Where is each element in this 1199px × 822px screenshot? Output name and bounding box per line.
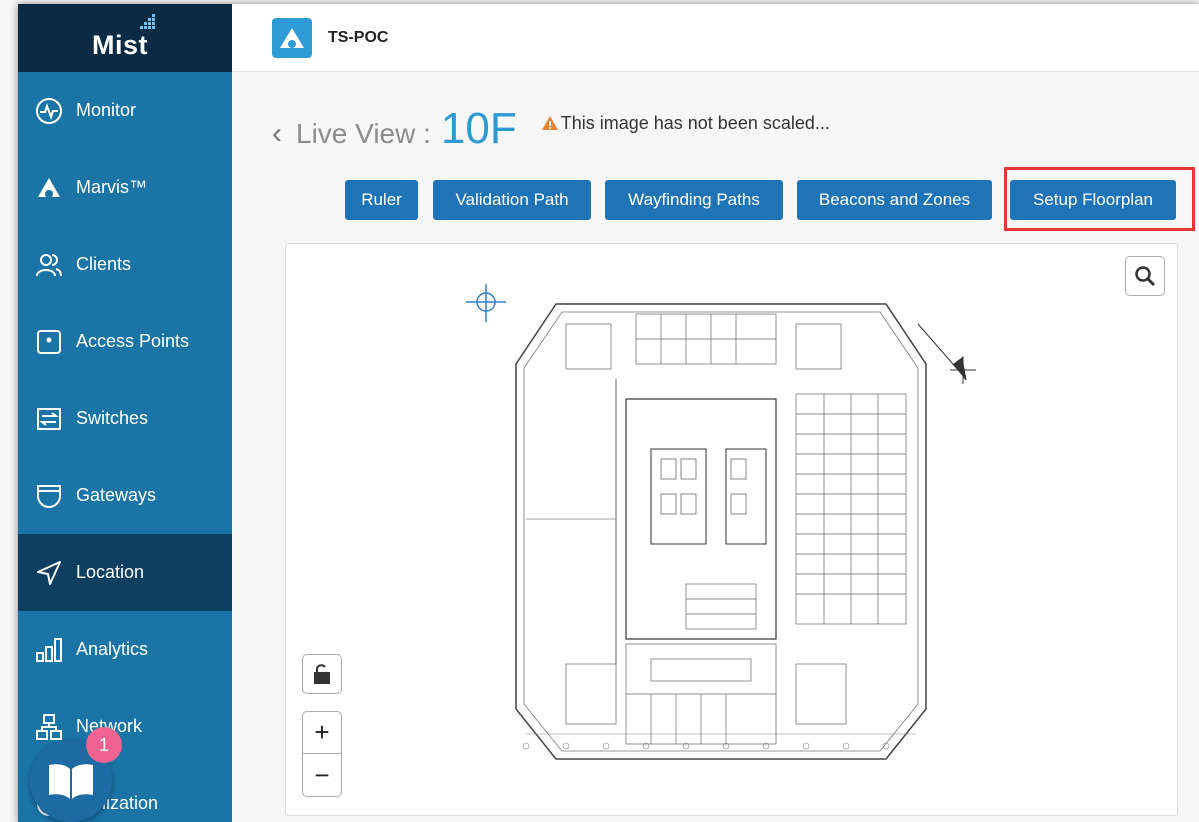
site-header: TS-POC [232,4,1199,72]
sidebar-item-label: Clients [76,254,132,274]
sidebar-item-label: Marvis™ [76,177,147,197]
validation-path-button[interactable]: Validation Path [433,180,591,220]
map-search-button[interactable] [1125,256,1165,296]
sidebar: Mist Monitor Marvis™ Clients Access Poin [18,4,232,822]
gateway-icon [34,481,64,511]
sidebar-item-monitor[interactable]: Monitor [18,72,232,149]
monitor-icon [34,96,64,126]
floor-name: 10F [440,104,517,153]
sidebar-item-analytics[interactable]: Analytics [18,611,232,688]
sidebar-item-location[interactable]: Location [18,534,232,611]
clients-icon [34,250,64,280]
access-point-icon [34,327,64,357]
setup-floorplan-highlight [1004,167,1195,231]
map-lock-button[interactable] [302,654,342,694]
sidebar-item-label: Analytics [76,639,149,659]
sidebar-item-label: Location [76,562,145,582]
ruler-button[interactable]: Ruler [345,180,418,220]
location-arrow-icon [34,558,64,588]
switch-icon [34,404,64,434]
sidebar-item-access-points[interactable]: Access Points [18,303,232,380]
unlock-icon [314,664,330,684]
sidebar-item-clients[interactable]: Clients [18,226,232,303]
origin-crosshair-icon [466,284,506,322]
marvis-icon [34,173,64,203]
sidebar-item-label: Access Points [76,331,190,351]
sidebar-item-label: Monitor [76,100,137,120]
mist-logo[interactable]: Mist [18,4,232,72]
network-icon [34,712,64,742]
sidebar-item-gateways[interactable]: Gateways [18,457,232,534]
book-icon [49,764,93,799]
back-chevron-icon[interactable]: ‹ [272,117,282,151]
floorplan-map[interactable]: + − [285,243,1178,816]
warning-icon [541,116,558,130]
sidebar-item-label: Switches [76,408,149,428]
search-icon [1135,266,1156,287]
site-marvis-icon[interactable] [272,17,312,58]
beacons-and-zones-button[interactable]: Beacons and Zones [797,180,992,220]
sidebar-item-switches[interactable]: Switches [18,380,232,457]
wayfinding-paths-button[interactable]: Wayfinding Paths [605,180,783,220]
app-window: Mist Monitor Marvis™ Clients Access Poin [18,4,1199,822]
analytics-icon [34,635,64,665]
sidebar-item-label: Gateways [76,485,157,505]
zoom-out-button[interactable]: − [303,754,341,796]
floorplan-image [466,284,976,760]
scale-warning-text: This image has not been scaled... [560,112,830,133]
brand-name: Mist [92,30,148,60]
live-view-label: Live View : [296,118,431,149]
scale-warning: This image has not been scaled... [541,113,830,134]
zoom-in-button[interactable]: + [303,712,341,754]
page-title: ‹ Live View : 10F This image has not bee… [272,104,830,154]
help-notification-badge: 1 [86,727,122,763]
site-name[interactable]: TS-POC [328,29,388,47]
sidebar-item-marvis[interactable]: Marvis™ [18,149,232,226]
zoom-controls: + − [302,711,342,797]
